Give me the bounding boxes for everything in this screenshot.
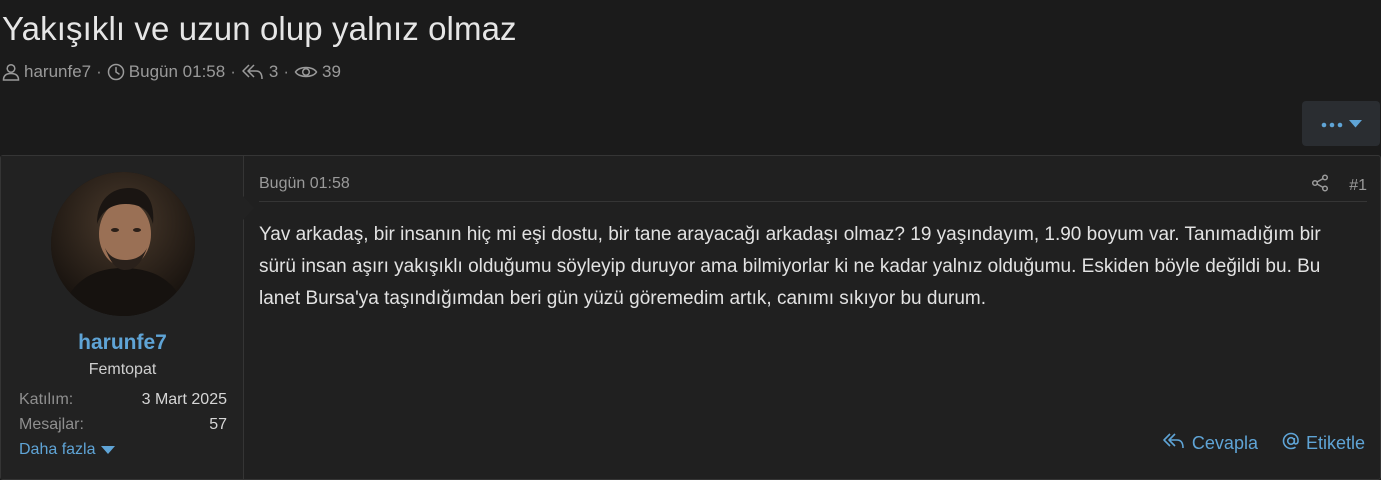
thread-author-name: harunfe7 [24,62,92,81]
eye-icon [294,63,318,81]
mention-label: Etiketle [1305,433,1365,453]
user-more-toggle[interactable]: Daha fazla [19,441,115,459]
share-icon[interactable] [1311,174,1329,197]
thread-title: Yakışıklı ve uzun olup yalnız olmaz [2,10,517,47]
post-user-cell: harunfe7 Femtopat Katılım: 3 Mart 2025 M… [1,156,244,479]
thread-meta: harunfe7 · Bugün 01:58 · 3 · 39 [2,62,341,82]
reply-icon [1162,432,1186,455]
reply-icon [241,63,265,81]
post-body: Yav arkadaş, bir insanın hiç mi eşi dost… [259,224,1321,309]
stat-label: Katılım: [19,391,74,408]
thread-date-text: Bugün 01:58 [128,62,226,81]
avatar[interactable] [51,172,195,316]
stat-value: 3 Mart 2025 [141,391,227,408]
more-dots-icon [1321,115,1343,133]
post-footer-actions: Cevapla Etiketle [1162,432,1365,455]
caret-down-icon [100,441,115,459]
thread-tools-menu-button[interactable] [1302,101,1380,146]
mention-button[interactable]: Etiketle [1282,432,1365,455]
user-title: Femtopat [88,361,157,378]
post-header-actions: #1 [1311,174,1367,197]
more-label: Daha fazla [19,441,96,458]
thread-replies-count: 3 [268,62,279,81]
user-stat-messages: Mesajlar: 57 [19,416,227,434]
thread-author[interactable]: harunfe7 [2,62,91,82]
user-icon [2,63,20,81]
post-date[interactable]: Bugün 01:58 [259,175,350,193]
post-username[interactable]: harunfe7 [1,331,244,355]
meta-separator: · [283,62,290,81]
clock-icon [107,63,125,81]
at-icon [1282,432,1300,455]
thread-header: Yakışıklı ve uzun olup yalnız olmaz haru… [0,0,1381,150]
thread-date[interactable]: Bugün 01:58 [107,62,225,82]
caret-down-icon [1348,115,1362,133]
meta-separator: · [230,62,236,81]
post-message-cell: Bugün 01:58 #1 Yav arkadaş, bir insanın … [245,156,1380,479]
post: harunfe7 Femtopat Katılım: 3 Mart 2025 M… [0,155,1381,480]
reply-label: Cevapla [1191,433,1258,453]
post-number[interactable]: #1 [1349,177,1367,195]
stat-value[interactable]: 57 [209,416,227,434]
post-header: Bugün 01:58 #1 [259,174,1367,202]
meta-separator: · [96,62,102,81]
user-stat-joined: Katılım: 3 Mart 2025 [19,391,227,409]
stat-label: Mesajlar: [19,416,84,433]
reply-button[interactable]: Cevapla [1162,432,1258,455]
thread-views: 39 [294,62,341,82]
thread-replies: 3 [241,62,278,82]
thread-views-count: 39 [322,62,341,81]
